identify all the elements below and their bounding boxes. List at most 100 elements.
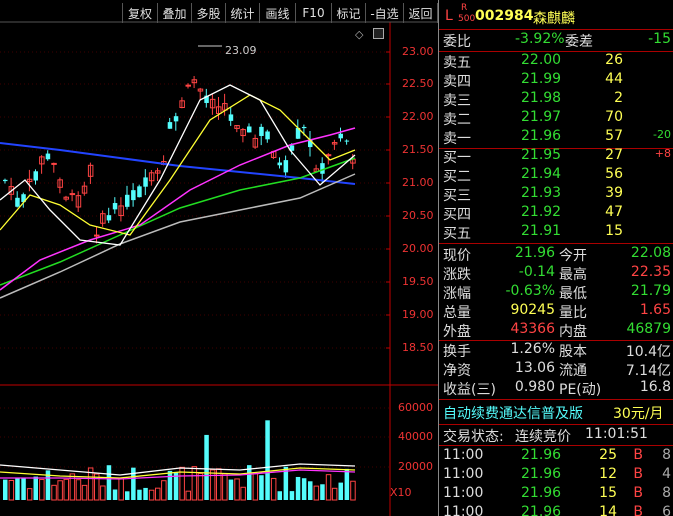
fundamental-row: 换手 1.26% 股本 10.4亿 [443, 341, 673, 360]
stat-value: 21.96 [514, 245, 555, 261]
tick-row: 11:00 21.96 12 B 4 [443, 466, 673, 485]
ask-row[interactable]: 卖四 21.99 44 [443, 71, 673, 90]
status-time: 11:01:51 [585, 426, 648, 442]
stock-code: 002984 [475, 8, 534, 24]
fundamental-row: 净资 13.06 流通 7.14亿 [443, 360, 673, 379]
f10-button[interactable]: F10 [296, 3, 332, 23]
fundamental-label: 流通 [559, 363, 587, 379]
price-tick-label: 18.50 [402, 341, 434, 354]
tick-row: 11:00 21.96 14 B 6 [443, 504, 673, 516]
ask-row[interactable]: 卖五 22.00 26 [443, 52, 673, 71]
bid-label: 买五 [443, 226, 471, 242]
tick-row: 11:00 21.96 25 B 8 [443, 447, 673, 466]
ask-label: 卖五 [443, 55, 471, 71]
bid-row[interactable]: 买三 21.93 39 [443, 185, 673, 204]
price-tick-label: 20.00 [402, 242, 434, 255]
bid-label: 买一 [443, 150, 471, 166]
ask-price: 22.00 [521, 52, 562, 68]
fundamental-value: 0.980 [514, 379, 555, 395]
stat-label: 涨跌 [443, 267, 471, 283]
fundamental-label: PE(动) [559, 382, 602, 398]
volume-tick-label: 20000 [398, 460, 433, 473]
multi-stock-button[interactable]: 多股 [192, 3, 226, 23]
price-tick-label: 20.50 [402, 209, 434, 222]
kline-chart[interactable] [0, 0, 438, 516]
stat-label: 内盘 [559, 324, 587, 340]
bid-row[interactable]: 买一 21.95 27 +8 [443, 147, 673, 166]
status-value: 连续竞价 [515, 429, 571, 445]
stat-label: 外盘 [443, 324, 471, 340]
ask-price: 21.98 [521, 90, 562, 106]
ask-volume: 57 [605, 128, 623, 144]
weicha-label: 委差 [565, 34, 593, 50]
tick-price: 21.96 [521, 504, 562, 516]
volume-unit-label: X10 [390, 486, 412, 499]
stat-value: 46879 [626, 321, 671, 337]
tick-count: 6 [662, 504, 671, 516]
bid-price: 21.95 [521, 147, 562, 163]
fundamental-label: 换手 [443, 344, 471, 360]
tick-time: 11:00 [443, 485, 484, 501]
draw-line-button[interactable]: 画线 [260, 3, 296, 23]
fundamental-value: 13.06 [514, 360, 555, 376]
price-tick-label: 21.50 [402, 143, 434, 156]
ask-row[interactable]: 卖一 21.96 57 -20 [443, 128, 673, 147]
bid-row[interactable]: 买二 21.94 56 [443, 166, 673, 185]
bid-volume: 15 [605, 223, 623, 239]
weibi-value: -3.92% [515, 31, 565, 47]
mark-button[interactable]: 标记 [332, 3, 366, 23]
stat-row: 现价 21.96 今开 22.08 [443, 245, 673, 264]
fundamental-label: 股本 [559, 344, 587, 360]
bid-volume: 56 [605, 166, 623, 182]
stat-value: 22.08 [630, 245, 671, 261]
ask-row[interactable]: 卖二 21.97 70 [443, 109, 673, 128]
stats-button[interactable]: 统计 [226, 3, 260, 23]
quote-panel: L R 500 002984 森麒麟 委比 -3.92% 委差 -15 卖五 22… [438, 0, 673, 516]
stat-value: 22.35 [630, 264, 671, 280]
fundamental-value: 16.8 [639, 379, 671, 395]
stat-value: 1.65 [639, 302, 671, 318]
badge-500: 500 [458, 14, 476, 24]
tick-time: 11:00 [443, 466, 484, 482]
fundamental-row: 收益(三) 0.980 PE(动) 16.8 [443, 379, 673, 398]
ad-price: 30元/月 [613, 406, 664, 422]
ask-price: 21.97 [521, 109, 562, 125]
fuquan-button[interactable]: 复权 [122, 3, 158, 23]
ad-banner[interactable]: 自动续费通达信普及版 30元/月 [443, 403, 673, 422]
stat-value: -0.63% [505, 283, 555, 299]
price-tick-label: 22.50 [402, 77, 434, 90]
ask-price: 21.96 [521, 128, 562, 144]
tick-volume: 12 [599, 466, 617, 482]
stat-label: 今开 [559, 248, 587, 264]
overlay-button[interactable]: 叠加 [158, 3, 192, 23]
stat-label: 量比 [559, 305, 587, 321]
ask-volume: 26 [605, 52, 623, 68]
fundamental-value: 7.14亿 [625, 363, 671, 379]
tick-time: 11:00 [443, 504, 484, 516]
tick-count: 4 [662, 466, 671, 482]
ask-row[interactable]: 卖三 21.98 2 [443, 90, 673, 109]
tick-time: 11:00 [443, 447, 484, 463]
stock-header: L R 500 002984 森麒麟 [445, 3, 673, 28]
bid-volume: 39 [605, 185, 623, 201]
bid-row[interactable]: 买五 21.91 15 [443, 223, 673, 242]
maximize-icon[interactable] [373, 28, 384, 39]
fundamental-value: 10.4亿 [625, 344, 671, 360]
price-tick-label: 22.00 [402, 110, 434, 123]
stat-label: 总量 [443, 305, 471, 321]
stat-label: 最低 [559, 286, 587, 302]
stat-label: 涨幅 [443, 286, 471, 302]
ask-price: 21.99 [521, 71, 562, 87]
diamond-icon[interactable]: ◇ [355, 28, 363, 41]
watchlist-button[interactable]: -自选 [366, 3, 404, 23]
tick-price: 21.96 [521, 447, 562, 463]
stat-row: 外盘 43366 内盘 46879 [443, 321, 673, 340]
badge-l: L [445, 8, 453, 24]
tick-row: 11:00 21.96 15 B 8 [443, 485, 673, 504]
status-label: 交易状态: [443, 429, 504, 445]
back-button[interactable]: 返回 [404, 3, 438, 23]
bid-row[interactable]: 买四 21.92 47 [443, 204, 673, 223]
fundamental-label: 收益(三) [443, 382, 496, 398]
fundamental-label: 净资 [443, 363, 471, 379]
tick-volume: 14 [599, 504, 617, 516]
